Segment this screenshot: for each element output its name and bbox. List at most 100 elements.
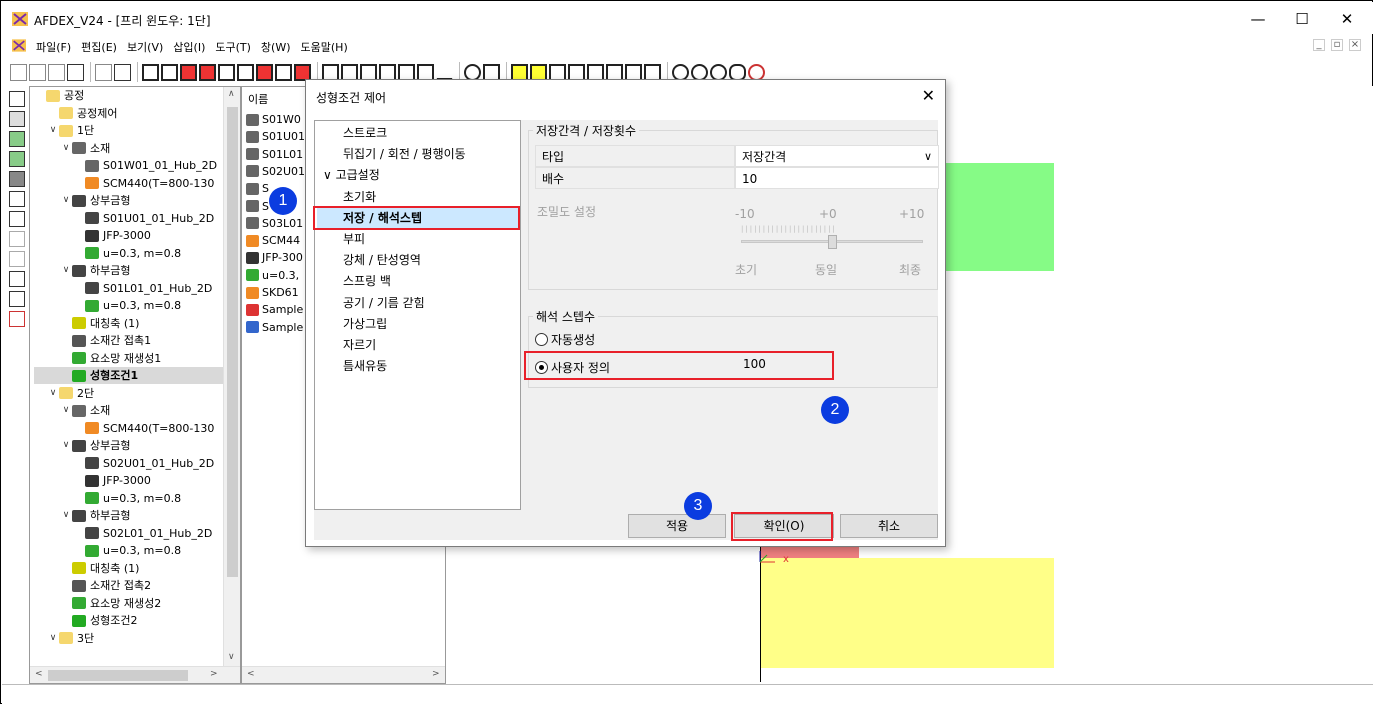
chevron-down-icon[interactable]: ∨	[47, 122, 59, 139]
process-icon-7[interactable]	[256, 63, 273, 81]
list-item[interactable]: S01L01	[246, 146, 303, 163]
process-icon-4[interactable]	[199, 63, 216, 81]
process-icon-6[interactable]	[237, 63, 254, 81]
open-icon[interactable]	[29, 63, 46, 81]
open-folder-icon[interactable]	[48, 63, 65, 81]
zoom-fit-icon[interactable]	[672, 63, 689, 81]
tree-item[interactable]: S01W01_01_Hub_2D	[73, 157, 217, 174]
afdex-menu-icon[interactable]	[12, 39, 26, 52]
tree-item[interactable]: u=0.3, m=0.8	[73, 542, 181, 559]
mesh-icon-5[interactable]	[398, 63, 415, 81]
tree-item[interactable]: ∨ 상부금형	[60, 437, 131, 454]
tree-item[interactable]: 공정제어	[47, 105, 117, 122]
nav-item[interactable]: 강체 / 탄성영역	[343, 250, 421, 270]
maximize-button[interactable]: ☐	[1279, 4, 1325, 34]
mesh-icon-3[interactable]	[360, 63, 377, 81]
menu-file[interactable]: 파일(F)	[36, 39, 71, 55]
mesh-icon-4[interactable]	[379, 63, 396, 81]
scroll-down-icon[interactable]: ∨	[228, 652, 235, 662]
view-icon-7[interactable]	[625, 63, 642, 81]
view-icon-1[interactable]	[511, 63, 528, 81]
pan-hand-icon[interactable]	[729, 63, 746, 81]
nav-item[interactable]: 초기화	[343, 187, 376, 207]
nav-item[interactable]: 스트로크	[343, 123, 387, 143]
scroll-right-icon[interactable]: >	[432, 669, 440, 679]
target-icon[interactable]	[464, 63, 481, 81]
mesh-icon-6[interactable]	[417, 63, 434, 81]
list-header[interactable]: 이름	[248, 91, 268, 107]
view-icon-3[interactable]	[549, 63, 566, 81]
tree-vertical-scrollbar[interactable]: ∧ ∨	[223, 87, 240, 667]
tree-item[interactable]: 공정	[34, 87, 84, 104]
nav-item[interactable]: 부피	[343, 229, 365, 249]
radio-off-icon[interactable]	[535, 333, 548, 346]
monitor-icon-3[interactable]	[9, 171, 25, 187]
table-icon[interactable]	[9, 271, 25, 287]
process-icon-2[interactable]	[161, 63, 178, 81]
view-icon-2[interactable]	[530, 63, 547, 81]
list-icon[interactable]	[9, 191, 25, 207]
person-icon[interactable]	[9, 291, 25, 307]
tree-icon[interactable]	[9, 91, 25, 107]
mesh-icon-2[interactable]	[341, 63, 358, 81]
mdi-close-icon[interactable]: ×	[1349, 39, 1361, 51]
list-item[interactable]: JFP-300	[246, 249, 303, 266]
tree-item[interactable]: S02L01_01_Hub_2D	[73, 525, 212, 542]
scroll-left-icon[interactable]: <	[35, 669, 43, 679]
nav-item[interactable]: 뒤집기 / 회전 / 평행이동	[343, 144, 466, 164]
list-item[interactable]: S	[246, 180, 269, 197]
tree-item[interactable]: SCM440(T=800-130	[73, 420, 214, 437]
view-icon-4[interactable]	[568, 63, 585, 81]
scroll-right-icon[interactable]: >	[210, 669, 218, 679]
scroll-up-icon[interactable]: ∧	[228, 89, 235, 99]
tree-item[interactable]: 소재간 접촉1	[60, 332, 151, 349]
list-item[interactable]: S02U01	[246, 163, 305, 180]
cancel-button[interactable]: 취소	[840, 514, 938, 538]
tree-item[interactable]: 성형조건2	[60, 612, 137, 629]
list-item[interactable]: SCM44	[246, 232, 300, 249]
nav-item[interactable]: 틈새유동	[343, 356, 387, 376]
dialog-close-icon[interactable]: ✕	[922, 86, 935, 105]
list-item[interactable]: S01W0	[246, 111, 301, 128]
multiplier-input[interactable]: 10	[735, 167, 939, 189]
chevron-down-icon[interactable]: ∨	[47, 630, 59, 647]
tree-item[interactable]: ∨ 소재	[60, 140, 111, 157]
monitor-icon[interactable]	[9, 131, 25, 147]
type-dropdown[interactable]: 저장간격 ∨	[735, 145, 939, 167]
tree-item[interactable]: u=0.3, m=0.8	[73, 490, 181, 507]
tree-item[interactable]: S01L01_01_Hub_2D	[73, 280, 212, 297]
density-slider-thumb[interactable]	[828, 235, 837, 249]
list-item[interactable]: SKD61	[246, 284, 299, 301]
wrench-icon[interactable]	[436, 64, 453, 81]
tree-item[interactable]: u=0.3, m=0.8	[73, 245, 181, 262]
hat-icon[interactable]	[9, 111, 25, 127]
tree-item[interactable]: S01U01_01_Hub_2D	[73, 210, 214, 227]
tree-item[interactable]: JFP-3000	[73, 227, 151, 244]
tree-hscroll-thumb[interactable]	[48, 670, 188, 681]
chevron-down-icon[interactable]: ∨	[924, 146, 932, 168]
tree-item[interactable]: ∨ 2단	[47, 385, 94, 402]
tree-item[interactable]: 요소망 재생성2	[60, 595, 161, 612]
list-icon-2[interactable]	[9, 211, 25, 227]
new-icon[interactable]	[10, 63, 27, 81]
list-item[interactable]: Sample	[246, 319, 303, 336]
list-horizontal-scrollbar[interactable]: < >	[242, 666, 445, 683]
tree-item[interactable]: ∨ 소재	[60, 402, 111, 419]
export-icon[interactable]	[114, 63, 131, 81]
menu-edit[interactable]: 편집(E)	[81, 39, 117, 55]
process-icon-5[interactable]	[218, 63, 235, 81]
chevron-down-icon[interactable]: ∨	[60, 192, 72, 209]
list-item[interactable]: S01U01	[246, 128, 305, 145]
tree-item[interactable]: ∨ 1단	[47, 122, 94, 139]
mesh-icon-1[interactable]	[322, 63, 339, 81]
tree-scroll-thumb[interactable]	[227, 107, 238, 577]
rotate-icon[interactable]	[748, 63, 765, 81]
tree-item[interactable]: 요소망 재생성1	[60, 350, 161, 367]
mdi-restore-icon[interactable]: ▫	[1331, 39, 1343, 51]
save-icon[interactable]	[67, 63, 84, 81]
chevron-down-icon[interactable]: ∨	[60, 437, 72, 454]
process-icon-1[interactable]	[142, 63, 159, 81]
menu-view[interactable]: 보기(V)	[127, 39, 163, 55]
tree-horizontal-scrollbar[interactable]: < >	[30, 666, 240, 683]
tree-item[interactable]: ∨ 3단	[47, 630, 94, 647]
